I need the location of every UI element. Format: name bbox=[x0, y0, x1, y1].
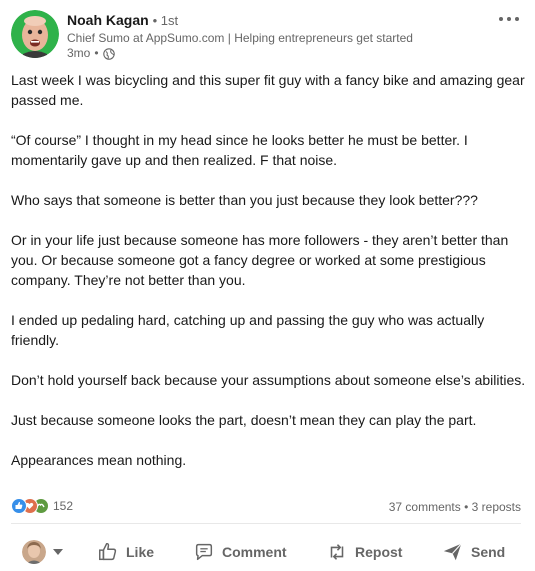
ellipsis-icon bbox=[499, 17, 519, 21]
post-paragraph: Last week I was bicycling and this super… bbox=[11, 72, 525, 108]
post-header: Noah Kagan • 1st Chief Sumo at AppSumo.c… bbox=[0, 0, 535, 66]
post-text: Last week I was bicycling and this super… bbox=[11, 70, 526, 490]
reaction-count: 152 bbox=[53, 499, 74, 513]
reactions-summary[interactable]: 152 bbox=[11, 497, 73, 515]
repost-button[interactable]: Repost bbox=[326, 532, 402, 571]
comments-count-link[interactable]: 37 comments bbox=[389, 500, 461, 514]
post-paragraph: Or in your life just because someone has… bbox=[11, 232, 509, 288]
post-paragraph: Just because someone looks the part, doe… bbox=[11, 412, 477, 428]
repost-label: Repost bbox=[355, 544, 403, 560]
author-avatar[interactable] bbox=[11, 10, 59, 58]
post-time: 3mo bbox=[67, 46, 91, 60]
reposts-count-link[interactable]: 3 reposts bbox=[472, 500, 521, 514]
author-name-line: Noah Kagan • 1st bbox=[67, 12, 178, 29]
social-counts: 152 37 comments • 3 reposts bbox=[11, 497, 521, 517]
post-timestamp: 3mo • bbox=[67, 46, 115, 61]
post-paragraph: Who says that someone is better than you… bbox=[11, 192, 478, 208]
author-headline: Chief Sumo at AppSumo.com | Helping entr… bbox=[67, 31, 413, 45]
thumbs-up-icon bbox=[99, 542, 117, 561]
like-icon bbox=[11, 498, 27, 514]
actor-switcher[interactable] bbox=[22, 540, 63, 564]
separator-dot: • bbox=[464, 500, 472, 514]
separator-dot: • bbox=[94, 46, 99, 60]
social-actions-bar: Like Comment Repost Send bbox=[0, 532, 535, 571]
send-icon bbox=[443, 543, 462, 561]
post-paragraph: Don’t hold yourself back because your as… bbox=[11, 372, 526, 388]
comment-button[interactable]: Comment bbox=[193, 532, 287, 571]
comment-label: Comment bbox=[222, 544, 287, 560]
post-paragraph: I ended up pedaling hard, catching up an… bbox=[11, 312, 485, 348]
like-label: Like bbox=[126, 544, 155, 560]
globe-icon bbox=[102, 47, 115, 60]
divider bbox=[11, 523, 521, 524]
comment-icon bbox=[195, 543, 213, 561]
post-paragraph: “Of course” I thought in my head since h… bbox=[11, 132, 468, 168]
send-label: Send bbox=[471, 544, 506, 560]
user-avatar bbox=[22, 540, 46, 564]
caret-down-icon bbox=[53, 549, 63, 555]
post-paragraph: Appearances mean nothing. bbox=[11, 452, 187, 468]
more-options-button[interactable] bbox=[495, 10, 523, 28]
author-name[interactable]: Noah Kagan bbox=[67, 12, 149, 28]
connection-degree: • 1st bbox=[152, 13, 179, 28]
repost-icon bbox=[330, 544, 344, 560]
send-button[interactable]: Send bbox=[442, 532, 505, 571]
like-button[interactable]: Like bbox=[97, 532, 154, 571]
social-meta: 37 comments • 3 reposts bbox=[389, 498, 521, 516]
